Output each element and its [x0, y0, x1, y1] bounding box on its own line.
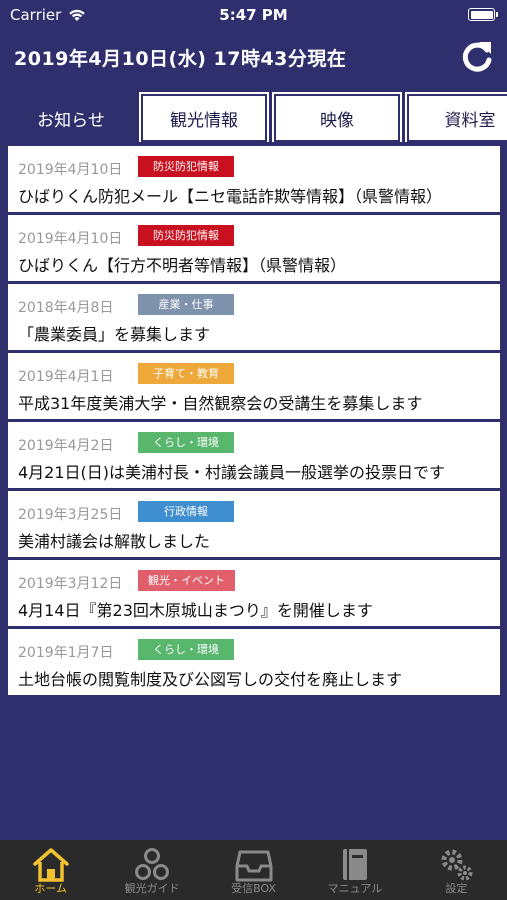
home-icon: [32, 848, 69, 882]
news-date: 2019年4月2日: [18, 438, 114, 454]
category-badge: 子育て・教育: [138, 363, 234, 384]
tab-archive[interactable]: 資料室: [405, 92, 507, 142]
tab-news[interactable]: お知らせ: [8, 92, 134, 142]
tabbar-item-inbox[interactable]: 受信BOX: [203, 840, 304, 900]
news-title: 平成31年度美浦大学・自然観察会の受講生を募集します: [18, 394, 423, 413]
news-date: 2019年1月7日: [18, 645, 114, 661]
news-date: 2019年4月1日: [18, 369, 114, 385]
news-title: 美浦村議会は解散しました: [18, 532, 211, 551]
news-title: 「農業委員」を募集します: [18, 325, 211, 344]
tabbar-label: マニュアル: [327, 882, 383, 895]
news-title: ひばりくん防犯メール【ニセ電話詐欺等情報】（県警情報）: [18, 187, 443, 206]
tourism-icon: [135, 848, 170, 880]
category-badge: 観光・イベント: [138, 570, 235, 591]
page-title: 2019年4月10日(水) 17時43分現在: [14, 48, 347, 70]
category-badge: 産業・仕事: [138, 294, 234, 315]
news-title: 土地台帳の閲覧制度及び公図写しの交付を廃止します: [18, 670, 403, 689]
inbox-icon: [235, 850, 273, 882]
news-date: 2019年3月12日: [18, 576, 123, 592]
news-title: 4月21日(日)は美浦村長・村議会議員一般選挙の投票日です: [18, 463, 446, 482]
tab-label: 観光情報: [170, 110, 238, 131]
refresh-icon: [462, 42, 492, 72]
category-tabs: お知らせ 観光情報 映像 資料室: [0, 92, 507, 142]
news-title: ひばりくん【行方不明者等情報】（県警情報）: [18, 256, 347, 275]
news-date: 2018年4月8日: [18, 300, 114, 316]
category-badge: 行政情報: [138, 501, 234, 522]
news-item[interactable]: 2019年4月2日 くらし・環境 4月21日(日)は美浦村長・村議会議員一般選挙…: [8, 422, 500, 488]
clock: 5:47 PM: [219, 6, 288, 24]
tab-video[interactable]: 映像: [272, 92, 402, 142]
tab-label: お知らせ: [37, 110, 105, 131]
news-item[interactable]: 2019年3月25日 行政情報 美浦村議会は解散しました: [8, 491, 500, 557]
status-bar: Carrier 5:47 PM: [0, 0, 507, 30]
tabbar-item-home[interactable]: ホーム: [0, 840, 101, 900]
news-date: 2019年4月10日: [18, 162, 123, 178]
header: 2019年4月10日(水) 17時43分現在: [0, 30, 507, 90]
category-badge: 防災防犯情報: [138, 225, 234, 246]
tabbar-item-settings[interactable]: 設定: [406, 840, 507, 900]
tab-label: 資料室: [444, 110, 496, 131]
tabbar-item-manual[interactable]: マニュアル: [304, 840, 405, 900]
category-badge: くらし・環境: [138, 432, 234, 453]
news-item[interactable]: 2019年4月10日 防災防犯情報 ひばりくん防犯メール【ニセ電話詐欺等情報】（…: [8, 146, 500, 212]
news-item[interactable]: 2019年1月7日 くらし・環境 土地台帳の閲覧制度及び公図写しの交付を廃止しま…: [8, 629, 500, 695]
news-title: 4月14日『第23回木原城山まつり』を開催します: [18, 601, 373, 620]
category-badge: 防災防犯情報: [138, 156, 234, 177]
tab-tourism[interactable]: 観光情報: [139, 92, 269, 142]
tabbar-label: 観光ガイド: [124, 882, 180, 895]
news-list: 2019年4月10日 防災防犯情報 ひばりくん防犯メール【ニセ電話詐欺等情報】（…: [8, 146, 500, 698]
news-item[interactable]: 2019年3月12日 観光・イベント 4月14日『第23回木原城山まつり』を開催…: [8, 560, 500, 626]
battery-icon: [468, 8, 498, 21]
manual-icon: [342, 849, 367, 880]
tabbar-label: ホーム: [34, 882, 68, 895]
tabbar-label: 受信BOX: [231, 882, 276, 895]
news-date: 2019年4月10日: [18, 231, 123, 247]
news-date: 2019年3月25日: [18, 507, 123, 523]
tabbar-item-tourism[interactable]: 観光ガイド: [101, 840, 202, 900]
news-item[interactable]: 2019年4月1日 子育て・教育 平成31年度美浦大学・自然観察会の受講生を募集…: [8, 353, 500, 419]
tab-label: 映像: [320, 110, 354, 131]
settings-icon: [441, 849, 473, 881]
category-badge: くらし・環境: [138, 639, 234, 660]
tabbar-label: 設定: [445, 882, 468, 895]
refresh-button[interactable]: [457, 36, 497, 78]
bottom-tab-bar: ホーム 観光ガイド 受信BOX マニュアル 設定: [0, 840, 507, 900]
news-item[interactable]: 2018年4月8日 産業・仕事 「農業委員」を募集します: [8, 284, 500, 350]
news-item[interactable]: 2019年4月10日 防災防犯情報 ひばりくん【行方不明者等情報】（県警情報）: [8, 215, 500, 281]
